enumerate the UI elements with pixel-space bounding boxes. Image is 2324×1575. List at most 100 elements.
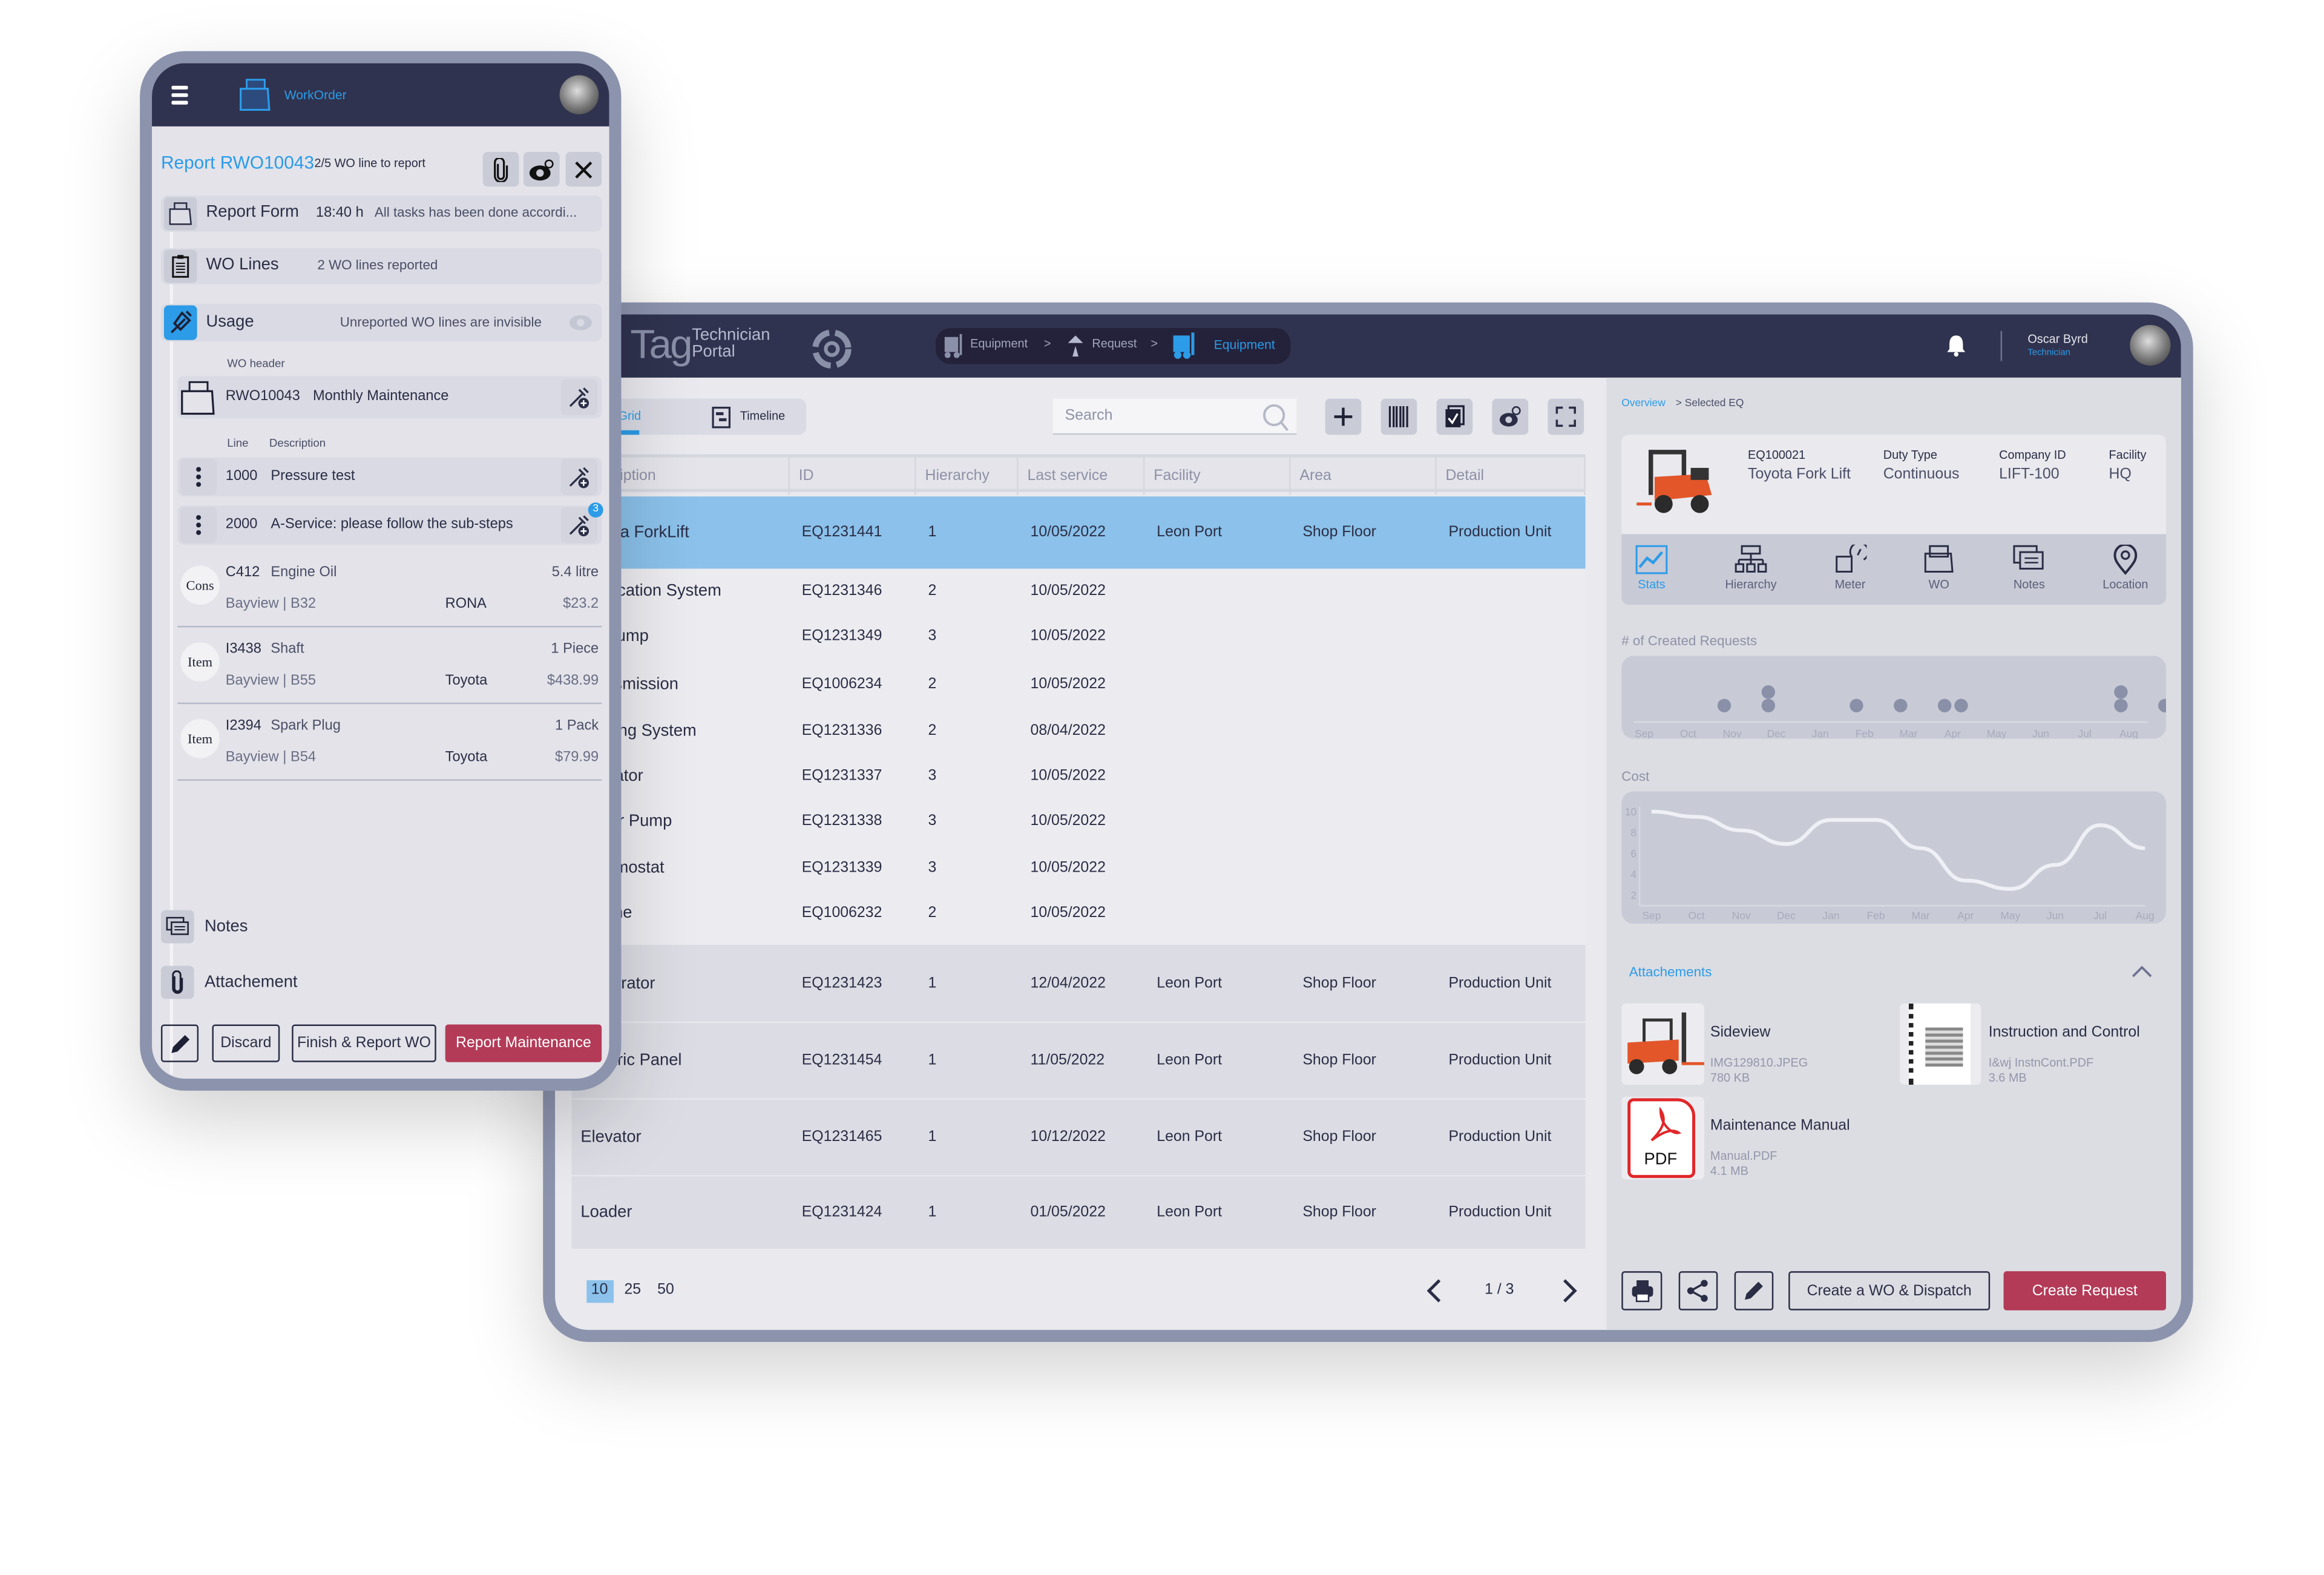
page-size-25[interactable]: 25 (624, 1282, 641, 1298)
hamburger-menu-icon[interactable] (171, 85, 188, 105)
notes-label[interactable]: Notes (205, 918, 248, 936)
tab-notes[interactable]: Notes (1984, 545, 2074, 591)
item-code: C412 (225, 564, 260, 581)
eye-icon[interactable] (568, 314, 592, 330)
column-header[interactable]: Area (1290, 457, 1437, 495)
cell-id: EQ1231441 (801, 524, 882, 541)
table-row[interactable]: Electric Panel EQ1231454 1 11/05/2022 Leon P… (571, 1023, 1586, 1100)
table-row[interactable]: RadiatorEQ1231337310/05/2022 (571, 758, 1585, 795)
table-row[interactable]: Thermostat EQ1231339 3 10/05/2022 (571, 850, 1585, 886)
usage-item[interactable]: Cons C412 Engine Oil 5.4 litre Bayview | B32… (177, 552, 602, 628)
view-settings-button[interactable] (1492, 398, 1529, 435)
wo-line-row[interactable]: 1000 Pressure test (177, 457, 602, 497)
paperclip-icon (494, 157, 508, 182)
prev-page-icon[interactable] (1423, 1277, 1444, 1304)
table-row[interactable]: Lubrication System EQ1231346 2 10/05/2022 (571, 573, 1585, 610)
attachment-thumb-manual[interactable]: PDF (1621, 1096, 1704, 1180)
breadcrumb-item-equipment[interactable]: Equipment (970, 337, 1028, 350)
attachment-thumb-instruction[interactable] (1900, 1003, 1981, 1085)
column-header[interactable]: Detail (1437, 457, 1586, 495)
stage: Tag Technician Portal Equipment > Reques… (0, 0, 2324, 1575)
checklist-icon (1445, 405, 1465, 427)
report-form-row[interactable]: Report Form 18:40 h All tasks has been d… (160, 196, 602, 232)
table-row[interactable]: Water Pump EQ1231338 3 10/05/2022 (571, 803, 1585, 840)
add-button[interactable] (1325, 398, 1362, 435)
wo-line-row[interactable]: 2000 A-Service: please follow the sub-ste… (177, 502, 603, 545)
checklist-button[interactable] (1436, 398, 1473, 435)
more-options-button[interactable] (180, 507, 217, 544)
view-settings-button[interactable] (523, 152, 560, 187)
table-row[interactable]: Cooling System EQ1231336 2 08/04/2022 (571, 713, 1585, 749)
table-row[interactable]: Transmission EQ1006234 2 10/05/2022 (571, 666, 1585, 703)
barcode-button[interactable] (1380, 398, 1417, 435)
user-avatar[interactable] (2130, 324, 2171, 366)
request-icon (1068, 335, 1083, 357)
attach-button[interactable] (482, 152, 519, 187)
timeline-icon (712, 406, 731, 429)
add-usage-button[interactable] (561, 379, 597, 415)
next-page-icon[interactable] (1560, 1277, 1581, 1304)
data-point (1717, 699, 1732, 712)
table-row[interactable]: GeneratorEQ1231423112/04/2022Leon PortSh… (571, 946, 1586, 1024)
meter-icon (1836, 544, 1867, 573)
tab-stats[interactable]: Stats (1606, 545, 1696, 591)
report-maintenance-button[interactable]: Report Maintenance (445, 1024, 602, 1062)
edit-button[interactable] (1734, 1271, 1774, 1310)
edit-button[interactable] (160, 1024, 199, 1062)
more-options-button[interactable] (180, 459, 217, 495)
page-size-10[interactable]: 10 (591, 1282, 608, 1298)
tab-meter[interactable]: Meter (1805, 544, 1895, 591)
attachment-thumb-sideview[interactable] (1621, 1003, 1704, 1085)
usage-item[interactable]: Item I3438 Shaft 1 Piece Bayview | B55 Toyota… (177, 629, 602, 705)
attachment-title[interactable]: Instruction and Control (1989, 1025, 2140, 1041)
close-button[interactable] (565, 152, 602, 187)
share-button[interactable] (1678, 1271, 1718, 1310)
data-point (1761, 699, 1776, 712)
workorder-folder-icon (240, 79, 271, 111)
count-badge: 3 (588, 502, 603, 518)
print-button[interactable] (1621, 1271, 1663, 1310)
tab-wo[interactable]: WO (1894, 545, 1984, 591)
collapse-chevron-icon[interactable] (2130, 964, 2154, 979)
add-usage-button[interactable] (561, 459, 597, 495)
add-usage-button[interactable]: 3 (561, 502, 603, 544)
table-row[interactable]: Loader EQ1231424 1 01/05/2022 Leon Port Shop … (571, 1175, 1585, 1249)
column-header[interactable]: ID (790, 457, 916, 495)
detail-crumb-overview[interactable]: Overview (1621, 399, 1666, 409)
user-name: Oscar Byrd (2027, 332, 2088, 346)
discard-button[interactable]: Discard (212, 1024, 280, 1062)
search-input[interactable]: Search (1052, 398, 1297, 435)
tab-grid[interactable]: Grid (618, 409, 641, 423)
item-divider (177, 625, 602, 628)
wo-header-row[interactable]: RWO10043 Monthly Maintenance (177, 376, 602, 418)
breadcrumb-item-request[interactable]: Request (1092, 337, 1137, 350)
create-wo-dispatch-button[interactable]: Create a WO & Dispatch (1788, 1271, 1991, 1310)
search-placeholder: Search (1065, 407, 1113, 424)
column-header[interactable]: Last service (1019, 457, 1145, 495)
wo-lines-row[interactable]: WO Lines 2 WO lines reported (160, 248, 602, 284)
table-row[interactable]: Elevator EQ1231465 1 10/12/2022 Leon Port Sho… (571, 1100, 1586, 1177)
attachment-label[interactable]: Attachement (205, 973, 298, 991)
table-row-selected[interactable]: Toyota ForkLift EQ1231441 1 10/05/2022 Leon … (571, 496, 1586, 569)
column-header[interactable]: Hierarchy (916, 457, 1019, 495)
table-row[interactable]: EngineEQ1006232210/05/2022 (571, 895, 1585, 932)
usage-row[interactable]: Usage Unreported WO lines are invisible (160, 304, 602, 342)
bell-icon[interactable] (1946, 334, 1966, 357)
finish-report-wo-button[interactable]: Finish & Report WO (292, 1024, 436, 1062)
tab-hierarchy[interactable]: Hierarchy (1705, 545, 1796, 591)
table-row[interactable]: Oil PumpEQ1231349310/05/2022 (571, 618, 1585, 654)
usage-item[interactable]: Item I2394 Spark Plug 1 Pack Bayview | B54 To… (177, 706, 602, 781)
item-vendor: Toyota (445, 749, 488, 766)
page-size-50[interactable]: 50 (657, 1282, 674, 1298)
item-quantity: 1 Piece (551, 640, 599, 658)
user-avatar[interactable] (559, 75, 599, 114)
attachment-title[interactable]: Sideview (1710, 1025, 1770, 1041)
fullscreen-button[interactable] (1548, 398, 1584, 435)
search-icon[interactable] (1261, 402, 1291, 432)
create-request-button[interactable]: Create Request (2003, 1271, 2166, 1310)
x-tick-label: Apr (1957, 910, 1974, 922)
tab-timeline[interactable]: Timeline (740, 409, 785, 423)
tab-location[interactable]: Location (2080, 544, 2170, 591)
attachment-title[interactable]: Maintenance Manual (1710, 1118, 1850, 1134)
column-header[interactable]: Facility (1144, 457, 1291, 495)
